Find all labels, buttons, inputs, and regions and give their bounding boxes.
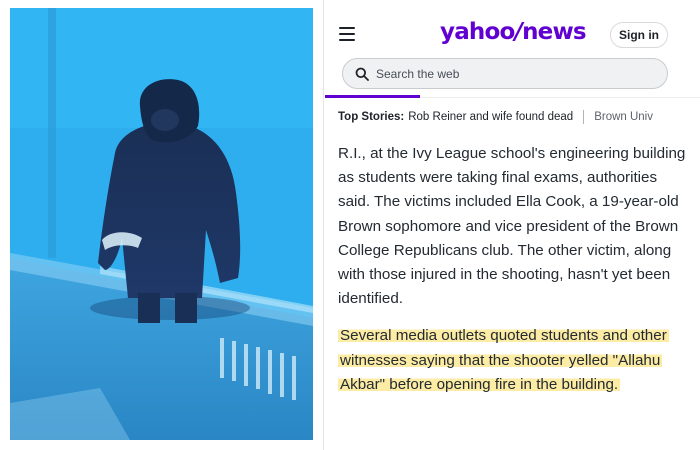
article-paragraph-1: R.I., at the Ivy League school's enginee… — [338, 145, 686, 308]
article-body: R.I., at the Ivy League school's enginee… — [338, 142, 688, 410]
story-link-brown-univ[interactable]: Brown Univ — [594, 111, 653, 123]
logo-slash: / — [514, 19, 523, 45]
surveillance-photo-drawing — [10, 8, 313, 440]
active-tab-indicator — [325, 95, 420, 98]
search-placeholder: Search the web — [376, 66, 460, 81]
top-stories-label: Top Stories: — [338, 111, 405, 123]
surveillance-photo — [10, 8, 313, 440]
article-paragraph-2: Several media outlets quoted students an… — [338, 324, 688, 397]
logo-text-yahoo: yahoo — [440, 19, 515, 45]
scroll-fade — [325, 128, 700, 142]
top-stories-bar: Top Stories: Rob Reiner and wife found d… — [338, 108, 700, 126]
panel-divider — [323, 0, 324, 450]
story-link-rob-reiner[interactable]: Rob Reiner and wife found dead — [408, 111, 573, 123]
search-input[interactable]: Search the web — [342, 58, 668, 89]
search-icon — [355, 67, 369, 81]
highlighted-text: Several media outlets quoted students an… — [338, 327, 669, 393]
news-app-screen: yahoo/news Sign in Search the web Top St… — [325, 0, 700, 450]
hamburger-menu-icon[interactable] — [339, 27, 355, 41]
yahoo-news-logo[interactable]: yahoo/news — [440, 19, 587, 49]
story-separator — [583, 110, 585, 124]
logo-text-news: news — [522, 19, 587, 45]
sign-in-button[interactable]: Sign in — [610, 22, 668, 48]
